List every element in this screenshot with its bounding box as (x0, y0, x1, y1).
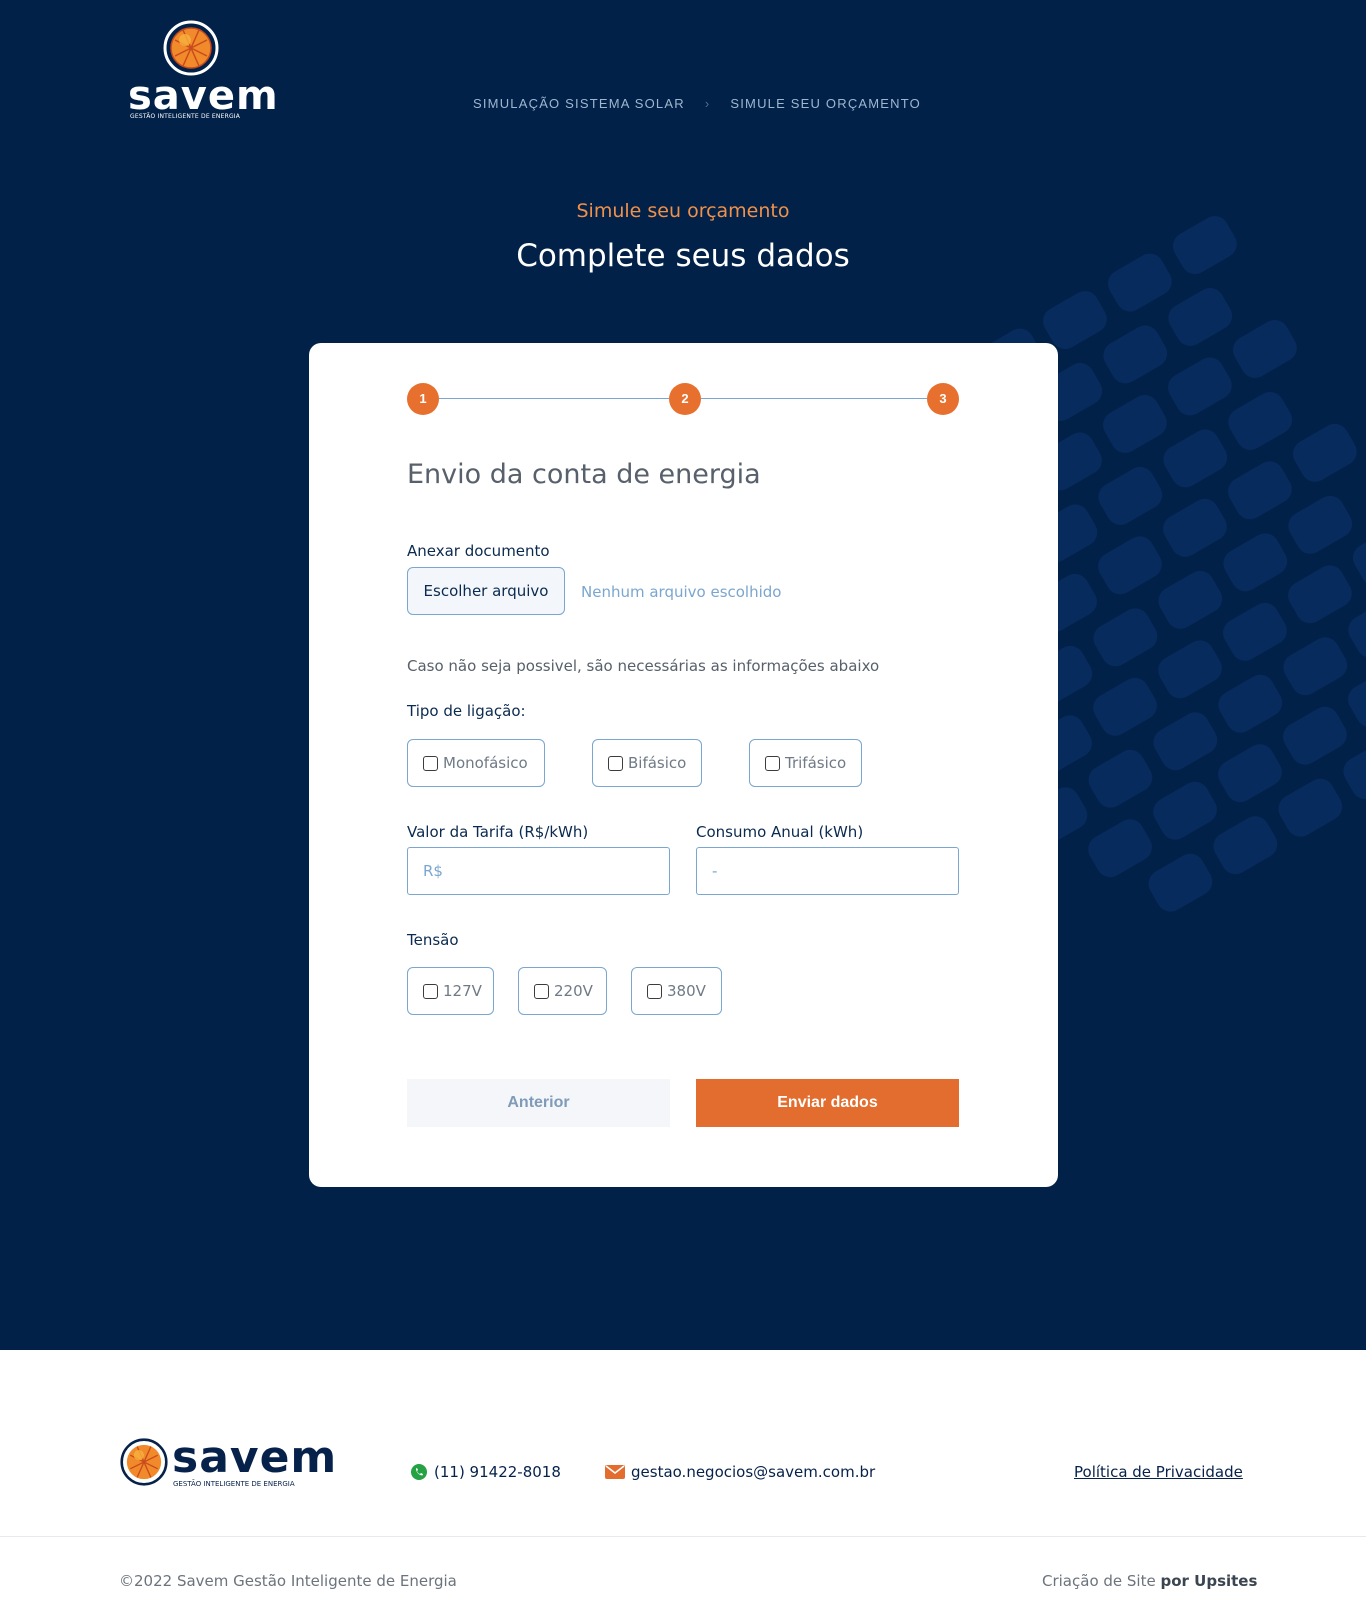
option-label: 220V (554, 982, 593, 1000)
section-title: Envio da conta de energia (407, 459, 761, 490)
globe-logo-icon (120, 1438, 168, 1486)
stepper-line (439, 398, 669, 399)
option-380v[interactable]: 380V (631, 967, 722, 1015)
checkbox-icon[interactable] (423, 755, 438, 771)
footer-brand-tagline: GESTÃO INTELIGENTE DE ENERGIA (173, 1480, 295, 1488)
hero-section: savem GESTÃO INTELIGENTE DE ENERGIA SIMU… (0, 0, 1366, 1350)
page-title: Complete seus dados (516, 238, 850, 274)
copyright-text: ©2022 Savem Gestão Inteligente de Energi… (119, 1572, 457, 1590)
option-bifasico[interactable]: Bifásico (592, 739, 702, 787)
globe-logo-icon (163, 20, 219, 76)
site-credit[interactable]: Criação de Site por Upsites (1042, 1572, 1257, 1590)
option-label: 380V (667, 982, 706, 1000)
phone-number: (11) 91422-8018 (434, 1463, 561, 1481)
email-address: gestao.negocios@savem.com.br (631, 1463, 876, 1481)
helper-text: Caso não seja possivel, são necessárias … (407, 657, 880, 675)
envelope-icon (605, 1465, 625, 1479)
checkbox-icon[interactable] (608, 755, 623, 771)
checkbox-icon[interactable] (423, 983, 438, 999)
credit-prefix: Criação de Site (1042, 1572, 1156, 1590)
option-220v[interactable]: 220V (518, 967, 607, 1015)
footer-logo[interactable]: savem GESTÃO INTELIGENTE DE ENERGIA (120, 1434, 336, 1494)
brand-tagline: GESTÃO INTELIGENTE DE ENERGIA (130, 113, 241, 120)
tariff-input[interactable] (407, 847, 670, 895)
checkbox-icon[interactable] (534, 983, 549, 999)
attach-label: Anexar documento (407, 542, 550, 560)
stepper: 1 2 3 (407, 383, 959, 415)
breadcrumb: SIMULAÇÃO SISTEMA SOLAR › SIMULE SEU ORÇ… (473, 96, 921, 111)
option-trifasico[interactable]: Trifásico (749, 739, 862, 787)
breadcrumb-item-simulacao[interactable]: SIMULAÇÃO SISTEMA SOLAR (473, 96, 685, 111)
header-logo[interactable]: savem GESTÃO INTELIGENTE DE ENERGIA (128, 20, 278, 124)
submit-button[interactable]: Enviar dados (696, 1079, 959, 1127)
breadcrumb-separator-icon: › (704, 96, 711, 111)
phone-contact[interactable]: (11) 91422-8018 (410, 1463, 561, 1481)
file-status: Nenhum arquivo escolhido (581, 583, 782, 601)
page-eyebrow: Simule seu orçamento (576, 200, 790, 222)
footer-brand-wordmark: savem (172, 1432, 338, 1483)
privacy-policy-link[interactable]: Política de Privacidade (1074, 1463, 1243, 1481)
connection-label: Tipo de ligação: (407, 702, 526, 720)
stepper-line (701, 398, 927, 399)
form-card: 1 2 3 Envio da conta de energia Anexar d… (309, 343, 1058, 1187)
whatsapp-icon (411, 1464, 427, 1480)
brand-wordmark: savem (128, 73, 279, 119)
option-label: Bifásico (628, 754, 687, 772)
email-contact[interactable]: gestao.negocios@savem.com.br (605, 1463, 875, 1481)
tariff-label: Valor da Tarifa (R$/kWh) (407, 823, 589, 841)
footer: savem GESTÃO INTELIGENTE DE ENERGIA (11)… (0, 1350, 1366, 1618)
checkbox-icon[interactable] (647, 983, 662, 999)
option-monofasico[interactable]: Monofásico (407, 739, 545, 787)
choose-file-button[interactable]: Escolher arquivo (407, 567, 565, 615)
previous-button[interactable]: Anterior (407, 1079, 670, 1127)
option-127v[interactable]: 127V (407, 967, 494, 1015)
option-label: Trifásico (785, 754, 847, 772)
option-label: Monofásico (443, 754, 528, 772)
checkbox-icon[interactable] (765, 755, 780, 771)
step-2[interactable]: 2 (669, 383, 701, 415)
step-1[interactable]: 1 (407, 383, 439, 415)
option-label: 127V (443, 982, 482, 1000)
breadcrumb-item-orcamento[interactable]: SIMULE SEU ORÇAMENTO (730, 96, 921, 111)
step-3[interactable]: 3 (927, 383, 959, 415)
credit-brand: por Upsites (1160, 1572, 1258, 1590)
consumption-label: Consumo Anual (kWh) (696, 823, 864, 841)
consumption-input[interactable] (696, 847, 959, 895)
footer-divider (0, 1536, 1366, 1537)
voltage-label: Tensão (407, 931, 459, 949)
